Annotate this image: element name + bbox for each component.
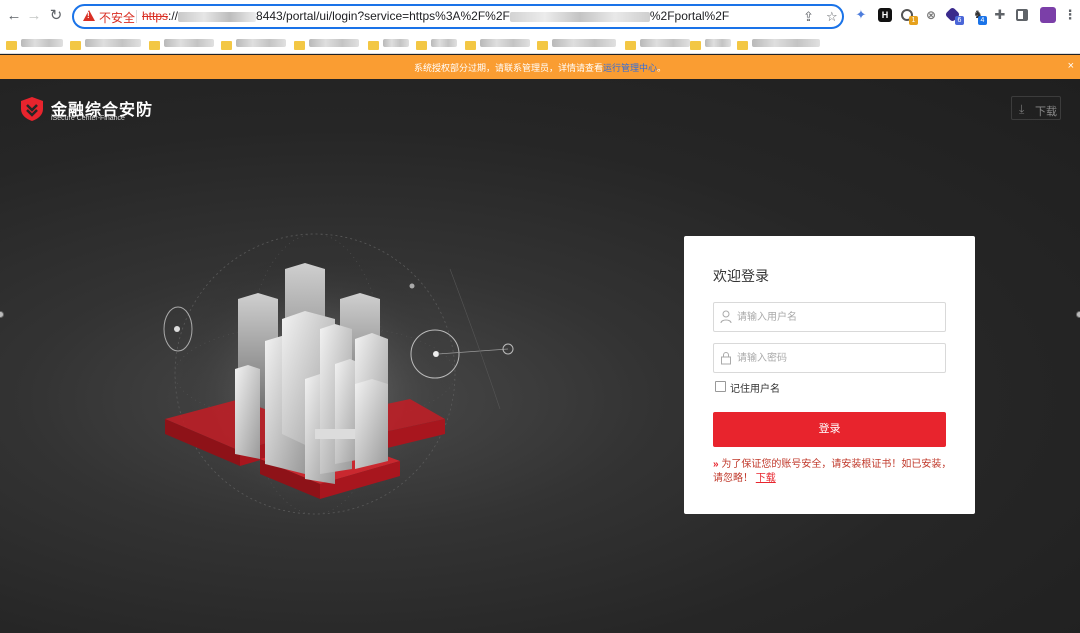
share-icon[interactable]: ⇪	[803, 9, 814, 25]
bookmark-item[interactable]	[221, 37, 286, 50]
side-panel-icon[interactable]	[1016, 9, 1028, 21]
folder-icon	[625, 41, 636, 50]
folder-icon	[368, 41, 379, 50]
bookmark-item[interactable]	[416, 37, 457, 50]
redacted-host	[509, 11, 650, 22]
login-card: 欢迎登录 记住用户名 登录 » 为了保证您的账号安全，请安装根证书！如已安装，请…	[684, 236, 975, 514]
url-path: 8443/portal/ui/login?service=https%3A%2F…	[256, 9, 510, 23]
folder-icon	[149, 41, 160, 50]
extension-badge: 4	[978, 16, 987, 25]
bookmark-item[interactable]	[70, 37, 141, 50]
notice-text: 为了保证您的账号安全，请安装根证书！如已安装，请忽略！	[713, 459, 952, 484]
redacted-label	[164, 39, 214, 47]
redacted-host	[178, 11, 257, 22]
folder-icon	[537, 41, 548, 50]
extension-bird-icon[interactable]: ✦	[854, 8, 868, 22]
banner-text: 系统授权部分过期，请联系管理员，详情请查看	[413, 63, 603, 73]
back-icon: ←	[6, 7, 22, 24]
url-suffix: %2Fportal%2F	[649, 9, 730, 23]
bookmark-item[interactable]	[690, 37, 731, 50]
redacted-label	[640, 39, 690, 47]
address-bar[interactable]: 不安全 https:// 8443/portal/ui/login?service…	[72, 4, 844, 29]
folder-icon	[465, 41, 476, 50]
remember-label: 记住用户名	[730, 384, 780, 395]
warning-icon	[83, 10, 95, 21]
redacted-label	[752, 39, 820, 47]
redacted-label	[552, 39, 616, 47]
password-input[interactable]	[737, 344, 942, 372]
more-menu-icon[interactable]: ⋮	[1063, 8, 1077, 22]
bookmarks-bar	[0, 32, 1080, 54]
browser-toolbar: ← → ↻ 不安全 https:// 8443/portal/ui/login?s…	[0, 0, 1080, 32]
folder-icon	[70, 41, 81, 50]
forward-icon: →	[26, 7, 42, 24]
bookmark-item[interactable]	[465, 37, 530, 50]
certificate-notice: » 为了保证您的账号安全，请安装根证书！如已安装，请忽略！ 下载	[713, 458, 953, 486]
download-icon: ⤓	[1019, 102, 1025, 116]
shield-logo-icon	[21, 97, 43, 121]
back-button[interactable]: ←	[4, 6, 24, 26]
resize-handle[interactable]	[0, 311, 4, 318]
close-icon[interactable]: ×	[1068, 60, 1074, 72]
product-subtitle: iSecure Center-Finance	[51, 115, 125, 122]
extension-badge: 6	[955, 16, 964, 25]
resize-handle[interactable]	[1076, 311, 1080, 318]
folder-icon	[416, 41, 427, 50]
bookmark-item[interactable]	[537, 37, 616, 50]
username-input[interactable]	[737, 303, 942, 331]
bookmark-item[interactable]	[737, 37, 820, 50]
download-label: 下载	[1035, 106, 1057, 118]
extensions-puzzle-icon[interactable]: ✚	[993, 8, 1007, 22]
profile-avatar[interactable]	[1040, 7, 1056, 23]
bookmark-item[interactable]	[149, 37, 214, 50]
redacted-label	[431, 39, 457, 47]
folder-icon	[737, 41, 748, 50]
redacted-label	[480, 39, 530, 47]
redacted-label	[309, 39, 359, 47]
reload-icon: ↻	[49, 7, 63, 24]
divider	[136, 10, 137, 23]
bookmark-item[interactable]	[368, 37, 409, 50]
lock-icon	[721, 352, 731, 365]
extension-h-icon[interactable]: H	[878, 8, 892, 22]
bookmark-star-icon[interactable]: ☆	[826, 9, 838, 25]
management-center-link[interactable]: 运行管理中心	[603, 63, 657, 73]
login-heading: 欢迎登录	[713, 268, 769, 284]
bookmark-item[interactable]	[625, 37, 690, 50]
password-field[interactable]	[713, 343, 946, 373]
banner-message: 系统授权部分过期，请联系管理员，详情请查看运行管理中心。	[0, 61, 1080, 74]
banner-tail: 。	[657, 63, 667, 73]
redacted-label	[21, 39, 63, 47]
bookmark-item[interactable]	[6, 37, 63, 50]
url-prefix: ://	[168, 9, 179, 23]
url-scheme: https	[142, 9, 169, 23]
license-warning-banner: 系统授权部分过期，请联系管理员，详情请查看运行管理中心。 ×	[0, 55, 1080, 79]
remember-checkbox[interactable]	[715, 381, 726, 392]
city-globe-illustration	[163, 233, 514, 515]
url-text[interactable]: https:// 8443/portal/ui/login?service=htt…	[142, 9, 729, 23]
bookmark-item[interactable]	[294, 37, 359, 50]
forward-button[interactable]: →	[24, 6, 44, 26]
download-cert-link[interactable]: 下载	[756, 473, 776, 484]
folder-icon	[690, 41, 701, 50]
redacted-label	[85, 39, 141, 47]
double-chevron-icon: »	[713, 459, 719, 470]
user-icon	[720, 310, 732, 324]
redacted-label	[236, 39, 286, 47]
extension-badge: 1	[909, 16, 918, 25]
username-field[interactable]	[713, 302, 946, 332]
download-button[interactable]: ⤓ 下载	[1011, 96, 1061, 120]
folder-icon	[221, 41, 232, 50]
redacted-label	[705, 39, 731, 47]
login-button[interactable]: 登录	[713, 412, 946, 447]
login-page: 金融综合安防 iSecure Center-Finance ⤓ 下载 欢迎登录 …	[0, 79, 1080, 633]
extension-link-icon[interactable]: ⊗	[924, 8, 938, 22]
folder-icon	[294, 41, 305, 50]
security-indicator[interactable]: 不安全	[99, 9, 135, 26]
folder-icon	[6, 41, 17, 50]
reload-button[interactable]: ↻	[46, 6, 66, 26]
redacted-label	[383, 39, 409, 47]
